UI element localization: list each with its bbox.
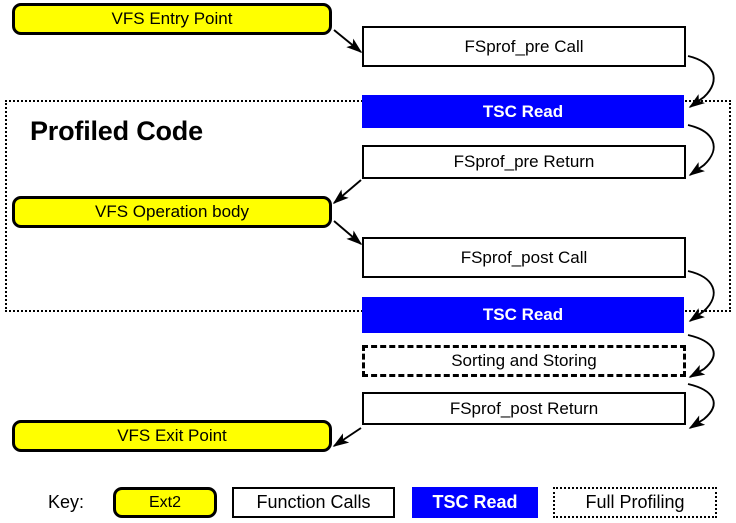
node-label: FSprof_pre Return bbox=[453, 152, 595, 171]
node-vfs-operation-body[interactable]: VFS Operation body bbox=[12, 196, 332, 228]
node-label: FSprof_post Return bbox=[449, 398, 599, 418]
node-fsprof-pre-return[interactable]: FSprof_pre Return bbox=[362, 145, 686, 179]
node-vfs-exit-point[interactable]: VFS Exit Point bbox=[12, 420, 332, 452]
legend-swatch-full-profiling: Full Profiling bbox=[553, 487, 717, 518]
profiled-code-label: Profiled Code bbox=[30, 116, 203, 146]
legend-item-label: TSC Read bbox=[432, 492, 518, 512]
legend-title: Key: bbox=[48, 492, 85, 512]
node-label: FSprof_post Call bbox=[460, 247, 588, 267]
node-fsprof-post-return[interactable]: FSprof_post Return bbox=[362, 392, 686, 425]
node-label: VFS Exit Point bbox=[117, 426, 227, 445]
node-label: VFS Operation body bbox=[94, 202, 250, 221]
node-vfs-entry-point[interactable]: VFS Entry Point bbox=[12, 3, 332, 35]
node-label: Sorting and Storing bbox=[451, 351, 597, 370]
node-tsc-read-1[interactable]: TSC Read bbox=[362, 95, 684, 128]
legend-item-label: Ext2 bbox=[148, 493, 181, 511]
node-label: TSC Read bbox=[482, 305, 564, 324]
legend-swatch-tsc-read: TSC Read bbox=[412, 487, 538, 518]
node-sorting-and-storing[interactable]: Sorting and Storing bbox=[362, 345, 686, 377]
legend-swatch-function-calls: Function Calls bbox=[232, 487, 395, 518]
node-label: TSC Read bbox=[482, 101, 564, 121]
node-fsprof-pre-call[interactable]: FSprof_pre Call bbox=[362, 26, 686, 67]
legend-item-label: Function Calls bbox=[256, 492, 371, 512]
node-fsprof-post-call[interactable]: FSprof_post Call bbox=[362, 237, 686, 278]
node-tsc-read-2[interactable]: TSC Read bbox=[362, 297, 684, 333]
flowchart-diagram: Profiled Code VFS Entry Point FSprof_pre… bbox=[0, 0, 736, 523]
legend-item-label: Full Profiling bbox=[585, 492, 685, 512]
node-label: FSprof_pre Call bbox=[464, 36, 584, 56]
legend-swatch-ext2: Ext2 bbox=[113, 487, 217, 518]
node-label: VFS Entry Point bbox=[111, 9, 233, 28]
